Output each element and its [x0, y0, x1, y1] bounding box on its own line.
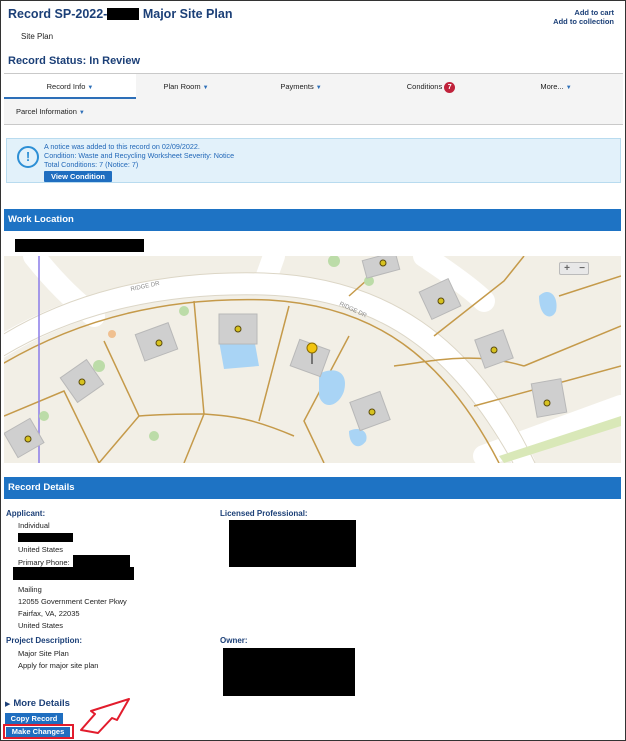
mailing-city: Fairfax, VA, 22035 — [18, 609, 80, 618]
chevron-down-icon: ▼ — [315, 85, 322, 91]
project-description-label: Project Description: — [6, 636, 83, 645]
tab-record-info[interactable]: Record Info ▼ — [4, 74, 136, 99]
tab-parcel-information-label: Parcel Information — [16, 107, 77, 116]
tab-more[interactable]: More... ▼ — [496, 74, 616, 99]
callout-arrow-icon — [80, 698, 130, 734]
more-details-toggle[interactable]: ▶ More Details — [5, 698, 70, 709]
more-details-label: More Details — [13, 698, 70, 709]
record-details-header: Record Details — [4, 477, 621, 499]
redacted-owner — [223, 648, 355, 696]
redacted-address — [15, 239, 144, 252]
view-condition-button[interactable]: View Condition — [44, 171, 112, 182]
tab-record-info-label: Record Info — [46, 82, 86, 91]
conditions-count-badge: 7 — [444, 82, 456, 93]
record-type: Site Plan — [21, 32, 54, 41]
mailing-street: 12055 Government Center Pkwy — [18, 597, 127, 606]
licensed-professional-label: Licensed Professional: — [220, 509, 308, 518]
applicant-country: United States — [18, 545, 64, 554]
tab-more-label: More... — [540, 82, 564, 91]
redacted-record-number — [107, 8, 140, 20]
make-changes-button[interactable]: Make Changes — [6, 727, 70, 737]
mailing-label: Mailing — [18, 585, 42, 594]
primary-phone-label: Primary Phone: — [18, 558, 70, 567]
record-title: Record SP-2022- Major Site Plan — [8, 7, 232, 21]
record-tabs: Record Info ▼ Plan Room ▼ Payments ▼ Condit… — [4, 73, 623, 125]
tab-plan-room-label: Plan Room — [163, 82, 201, 91]
owner-label: Owner: — [220, 636, 248, 645]
notice-line-total: Total Conditions: 7 (Notice: 7) — [44, 160, 139, 169]
map-canvas: RIDGE DR RIDGE DR — [4, 256, 621, 463]
tab-plan-room[interactable]: Plan Room ▼ — [136, 74, 236, 99]
add-to-collection-link[interactable]: Add to collection — [553, 17, 614, 26]
project-description-line: Major Site Plan — [18, 649, 69, 658]
zoom-out-button[interactable]: − — [575, 262, 589, 275]
work-location-header: Work Location — [4, 209, 621, 231]
notice-line-date: A notice was added to this record on 02/… — [44, 142, 200, 151]
chevron-down-icon: ▼ — [78, 110, 85, 116]
map-zoom-control: + − — [559, 262, 589, 275]
record-status: Record Status: In Review — [8, 55, 141, 67]
applicant-label: Applicant: — [6, 509, 46, 518]
redacted-licensed-professional — [229, 520, 356, 567]
condition-notice: ! A notice was added to this record on 0… — [6, 138, 621, 183]
record-page: Record SP-2022- Major Site Plan Add to c… — [0, 0, 626, 741]
record-number-prefix: Record SP-2022- — [8, 7, 108, 21]
tab-conditions-label: Conditions — [406, 82, 443, 91]
chevron-down-icon: ▼ — [87, 85, 94, 91]
tab-conditions[interactable]: Conditions 7 — [366, 74, 496, 99]
record-title-suffix: Major Site Plan — [142, 7, 233, 21]
project-description-line: Apply for major site plan — [18, 661, 99, 670]
redacted-applicant-name — [18, 533, 73, 542]
location-map[interactable]: RIDGE DR RIDGE DR + − — [4, 256, 621, 463]
chevron-down-icon: ▼ — [202, 85, 209, 91]
zoom-in-button[interactable]: + — [560, 262, 574, 275]
add-to-cart-link[interactable]: Add to cart — [574, 8, 614, 17]
mailing-country: United States — [18, 621, 64, 630]
redacted-email — [13, 567, 134, 580]
applicant-type: Individual — [18, 521, 50, 530]
chevron-down-icon: ▼ — [565, 85, 572, 91]
tab-parcel-information[interactable]: Parcel Information ▼ — [16, 104, 85, 120]
tab-payments[interactable]: Payments ▼ — [236, 74, 366, 99]
info-alert-icon: ! — [17, 146, 39, 168]
copy-record-button[interactable]: Copy Record — [5, 713, 63, 724]
caret-right-icon: ▶ — [5, 701, 11, 708]
notice-line-condition: Condition: Waste and Recycling Worksheet… — [44, 151, 235, 160]
tab-payments-label: Payments — [280, 82, 314, 91]
